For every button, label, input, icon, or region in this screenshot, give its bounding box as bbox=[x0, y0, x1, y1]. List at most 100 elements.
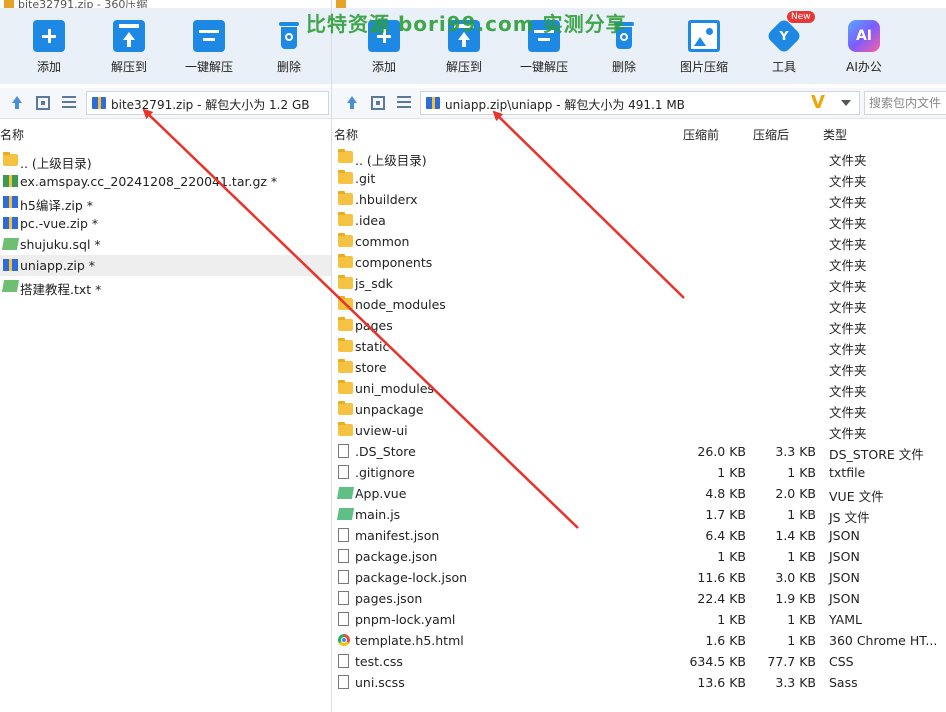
table-row[interactable]: uni.scss 13.6 KB 3.3 KB Sass bbox=[332, 672, 946, 693]
size-before: 1 KB bbox=[717, 465, 746, 480]
table-row[interactable]: pnpm-lock.yaml 1 KB 1 KB YAML bbox=[332, 609, 946, 630]
table-row[interactable]: pages.json 22.4 KB 1.9 KB JSON bbox=[332, 588, 946, 609]
size-before: 1 KB bbox=[717, 612, 746, 627]
list-item[interactable]: 搭建教程.txt * bbox=[0, 276, 331, 297]
thumbnail-view-icon[interactable] bbox=[371, 96, 385, 110]
list-view-icon[interactable] bbox=[62, 96, 76, 110]
image-compress-icon bbox=[688, 20, 720, 52]
search-archive-input[interactable]: 搜索包内文件 bbox=[864, 91, 946, 115]
archive-app-icon bbox=[336, 0, 346, 8]
file-name: js_sdk bbox=[355, 276, 393, 291]
column-before-header[interactable]: 压缩前 bbox=[683, 126, 719, 143]
file-type: JSON bbox=[829, 570, 860, 585]
column-after-header[interactable]: 压缩后 bbox=[753, 126, 789, 143]
file-type: JSON bbox=[829, 528, 860, 543]
table-row[interactable]: unpackage 文件夹 bbox=[332, 399, 946, 420]
file-name: pc.-vue.zip * bbox=[20, 216, 99, 231]
size-before: 1.7 KB bbox=[705, 507, 746, 522]
table-row[interactable]: package.json 1 KB 1 KB JSON bbox=[332, 546, 946, 567]
thumbnail-view-icon[interactable] bbox=[36, 96, 50, 110]
table-row[interactable]: static 文件夹 bbox=[332, 336, 946, 357]
table-row[interactable]: template.h5.html 1.6 KB 1 KB 360 Chrome HT.… bbox=[332, 630, 946, 651]
list-item[interactable]: shujuku.sql * bbox=[0, 234, 331, 255]
right-column-header: 名称 压缩前 压缩后 类型 bbox=[332, 124, 946, 144]
table-row[interactable]: .gitignore 1 KB 1 KB txtfile bbox=[332, 462, 946, 483]
table-row[interactable]: common 文件夹 bbox=[332, 231, 946, 252]
column-type-header[interactable]: 类型 bbox=[823, 126, 847, 143]
table-row[interactable]: .DS_Store 26.0 KB 3.3 KB DS_STORE 文件 bbox=[332, 441, 946, 462]
table-row[interactable]: .git 文件夹 bbox=[332, 168, 946, 189]
table-row[interactable]: store 文件夹 bbox=[332, 357, 946, 378]
left-path-field[interactable]: bite32791.zip - 解包大小为 1.2 GB bbox=[86, 91, 329, 115]
file-type: CSS bbox=[829, 654, 854, 669]
folder-icon bbox=[338, 338, 353, 352]
left-column-header: 名称 bbox=[0, 124, 331, 144]
column-name-header[interactable]: 名称 bbox=[334, 126, 358, 143]
file-type: 360 Chrome HT... bbox=[829, 633, 938, 648]
right-path-field[interactable]: uniapp.zip\uniapp - 解包大小为 491.1 MB V bbox=[420, 91, 860, 115]
file-type: JS 文件 bbox=[829, 510, 870, 525]
list-item[interactable]: h5编译.zip * bbox=[0, 192, 331, 213]
file-type: 文件夹 bbox=[829, 363, 867, 378]
list-item[interactable]: uniapp.zip * bbox=[0, 255, 331, 276]
folder-icon bbox=[338, 422, 353, 436]
document-icon bbox=[338, 549, 349, 563]
size-before: 1.6 KB bbox=[705, 633, 746, 648]
size-before: 26.0 KB bbox=[697, 444, 746, 459]
table-row[interactable]: node_modules 文件夹 bbox=[332, 294, 946, 315]
list-item[interactable]: .. (上级目录) bbox=[0, 150, 331, 171]
table-row[interactable]: components 文件夹 bbox=[332, 252, 946, 273]
file-name: package-lock.json bbox=[355, 570, 468, 585]
size-after: 77.7 KB bbox=[767, 654, 816, 669]
ai-office-icon: AI bbox=[848, 20, 880, 52]
left-path-bar: bite32791.zip - 解包大小为 1.2 GB bbox=[0, 88, 331, 119]
archive-app-icon bbox=[4, 0, 14, 8]
column-name-header[interactable]: 名称 bbox=[0, 126, 24, 143]
file-name: package.json bbox=[355, 549, 438, 564]
tools-button[interactable]: 工具 bbox=[748, 16, 820, 75]
file-type: 文件夹 bbox=[829, 174, 867, 189]
up-arrow-icon[interactable] bbox=[10, 96, 24, 110]
table-row[interactable]: test.css 634.5 KB 77.7 KB CSS bbox=[332, 651, 946, 672]
folder-icon bbox=[338, 275, 353, 289]
table-row[interactable]: .. (上级目录) 文件夹 bbox=[332, 147, 946, 168]
file-name: test.css bbox=[355, 654, 403, 669]
left-archive-pane: bite32791.zip - 360压缩 添加 解压到 一键解压 删除 bit… bbox=[0, 0, 331, 712]
file-name: .hbuilderx bbox=[355, 192, 418, 207]
up-arrow-icon[interactable] bbox=[345, 96, 359, 110]
table-row[interactable]: uview-ui 文件夹 bbox=[332, 420, 946, 441]
table-row[interactable]: .hbuilderx 文件夹 bbox=[332, 189, 946, 210]
file-name: .DS_Store bbox=[355, 444, 416, 459]
folder-icon bbox=[338, 170, 353, 184]
one-click-extract-button[interactable]: 一键解压 bbox=[173, 16, 245, 75]
list-item[interactable]: ex.amspay.cc_20241208_220041.tar.gz * bbox=[0, 171, 331, 192]
document-icon bbox=[338, 654, 349, 668]
file-name: ex.amspay.cc_20241208_220041.tar.gz * bbox=[20, 174, 278, 189]
file-name: main.js bbox=[355, 507, 401, 522]
file-name: .. (上级目录) bbox=[355, 153, 427, 168]
table-row[interactable]: js_sdk 文件夹 bbox=[332, 273, 946, 294]
table-row[interactable]: uni_modules 文件夹 bbox=[332, 378, 946, 399]
list-item[interactable]: pc.-vue.zip * bbox=[0, 213, 331, 234]
table-row[interactable]: App.vue 4.8 KB 2.0 KB VUE 文件 bbox=[332, 483, 946, 504]
list-view-icon[interactable] bbox=[397, 96, 411, 110]
image-compress-button[interactable]: 图片压缩 bbox=[668, 16, 740, 75]
file-type: 文件夹 bbox=[829, 426, 867, 441]
file-type: VUE 文件 bbox=[829, 489, 884, 504]
add-icon bbox=[33, 20, 65, 52]
size-before: 6.4 KB bbox=[705, 528, 746, 543]
table-row[interactable]: pages 文件夹 bbox=[332, 315, 946, 336]
ai-office-button[interactable]: AI AI办公 bbox=[828, 16, 900, 75]
table-row[interactable]: main.js 1.7 KB 1 KB JS 文件 bbox=[332, 504, 946, 525]
left-toolbar: 添加 解压到 一键解压 删除 bbox=[0, 8, 331, 84]
document-icon bbox=[338, 570, 349, 584]
add-button[interactable]: 添加 bbox=[13, 16, 85, 75]
folder-icon bbox=[338, 149, 353, 163]
extract-to-button[interactable]: 解压到 bbox=[93, 16, 165, 75]
zip-file-icon bbox=[3, 259, 18, 271]
table-row[interactable]: package-lock.json 11.6 KB 3.0 KB JSON bbox=[332, 567, 946, 588]
chevron-down-icon[interactable] bbox=[841, 100, 851, 106]
table-row[interactable]: manifest.json 6.4 KB 1.4 KB JSON bbox=[332, 525, 946, 546]
table-row[interactable]: .idea 文件夹 bbox=[332, 210, 946, 231]
folder-icon bbox=[3, 152, 18, 166]
